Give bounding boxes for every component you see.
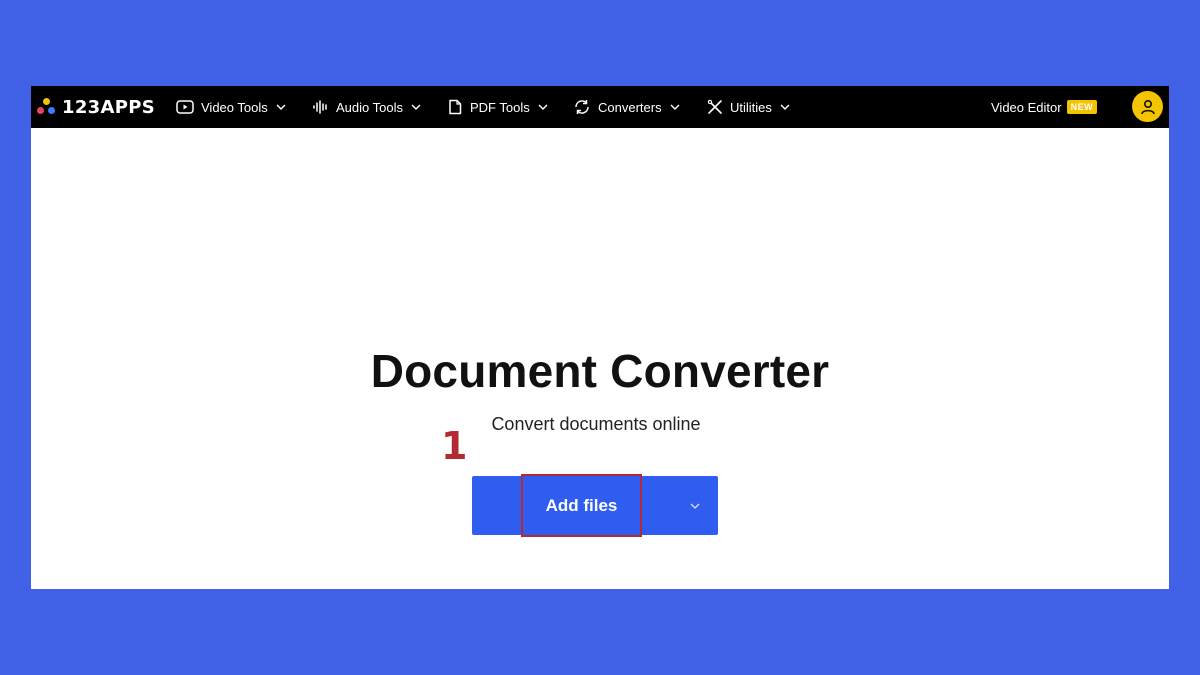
nav-utilities-label: Utilities bbox=[730, 99, 772, 115]
step-marker: 1 bbox=[441, 424, 468, 468]
nav-converters-label: Converters bbox=[598, 99, 662, 115]
video-editor-label: Video Editor bbox=[991, 99, 1062, 115]
nav-pdf-tools[interactable]: PDF Tools bbox=[447, 86, 548, 128]
video-icon bbox=[176, 100, 194, 114]
nav-pdf-tools-label: PDF Tools bbox=[470, 99, 530, 115]
nav-utilities[interactable]: Utilities bbox=[707, 86, 790, 128]
converter-icon bbox=[575, 100, 589, 114]
logo-dots-icon bbox=[37, 97, 57, 117]
brand-logo[interactable]: 123APPS bbox=[37, 94, 155, 120]
chevron-down-icon bbox=[690, 503, 700, 509]
utilities-icon bbox=[707, 99, 722, 114]
logo-dot-yellow bbox=[43, 98, 50, 105]
logo-dot-red bbox=[37, 107, 44, 114]
page-title: Document Converter bbox=[370, 345, 830, 397]
page-subtitle: Convert documents online bbox=[491, 414, 701, 434]
new-badge: NEW bbox=[1066, 100, 1098, 114]
nav-converters[interactable]: Converters bbox=[573, 86, 680, 128]
chevron-down-icon bbox=[670, 104, 680, 110]
pdf-icon bbox=[449, 99, 462, 115]
chevron-down-icon bbox=[780, 104, 790, 110]
nav-audio-tools[interactable]: Audio Tools bbox=[313, 86, 421, 128]
user-icon bbox=[1140, 99, 1155, 114]
logo-dot-blue bbox=[48, 107, 55, 114]
chevron-down-icon bbox=[276, 104, 286, 110]
nav-video-tools-label: Video Tools bbox=[201, 99, 268, 115]
top-navbar: 123APPS Video Tools Audio Tools PDF Tool… bbox=[31, 86, 1169, 128]
audio-wave-icon bbox=[313, 100, 327, 114]
user-account-button[interactable] bbox=[1132, 91, 1163, 122]
chevron-down-icon bbox=[538, 104, 548, 110]
add-files-button-group[interactable]: Add files bbox=[472, 474, 718, 537]
add-files-dropdown-toggle[interactable] bbox=[672, 476, 718, 535]
browser-viewport: 123APPS Video Tools Audio Tools PDF Tool… bbox=[31, 86, 1169, 589]
nav-audio-tools-label: Audio Tools bbox=[336, 99, 403, 115]
chevron-down-icon bbox=[411, 104, 421, 110]
video-editor-link[interactable]: Video Editor NEW bbox=[991, 86, 1098, 128]
add-files-button[interactable]: Add files bbox=[521, 474, 642, 537]
nav-video-tools[interactable]: Video Tools bbox=[176, 86, 286, 128]
brand-name: 123APPS bbox=[62, 96, 155, 118]
